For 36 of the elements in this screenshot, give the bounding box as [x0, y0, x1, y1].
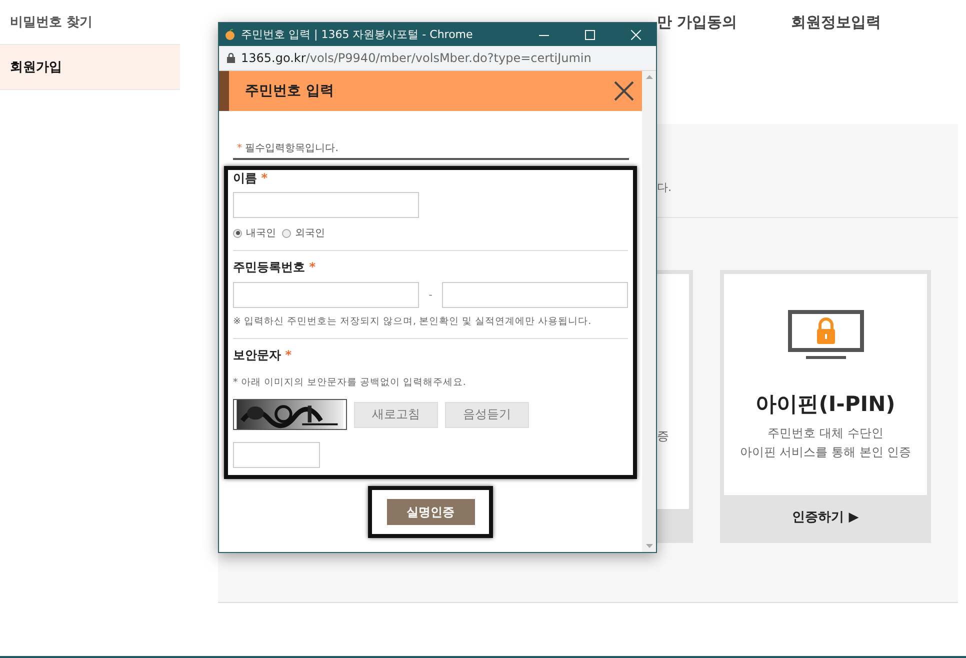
- step-label: 회원정보입력: [791, 13, 882, 32]
- card-description: 아이핀 서비스를 통해 본인 인증: [740, 444, 912, 461]
- radio-label[interactable]: 내국인: [246, 226, 276, 240]
- rrn-input-field[interactable]: [442, 282, 628, 308]
- radio-label[interactable]: 외국인: [295, 226, 325, 240]
- close-icon[interactable]: [614, 81, 634, 101]
- monitor-lock-icon: [788, 310, 864, 360]
- rrn-note: ※ 입력하신 주민번호는 저장되지 않으며, 본인확인 및 실적연계에만 사용됩니다.: [233, 315, 592, 328]
- required-note: * 필수입력항목입니다.: [233, 141, 629, 160]
- scroll-up-icon[interactable]: [646, 75, 652, 79]
- window-title: 주민번호 입력 | 1365 자원봉사포털 - Chrome: [241, 27, 474, 42]
- captcha-note: * 아래 이미지의 보안문자를 공백없이 입력해주세요.: [233, 376, 467, 389]
- separator-text: -: [428, 290, 434, 300]
- favicon-icon: [225, 29, 235, 40]
- scrollbar[interactable]: [642, 71, 656, 552]
- card-title: 아이핀(I-PIN): [756, 391, 896, 418]
- scroll-down-icon[interactable]: [646, 544, 652, 548]
- card-description: 주민번호 대체 수단인: [766, 425, 884, 442]
- field-label: 주민등록번호 *: [233, 259, 316, 276]
- field-label: 이름 *: [233, 170, 268, 187]
- notice-text: 다.: [657, 181, 672, 194]
- rrn-input-field[interactable]: [233, 282, 419, 308]
- captcha-button[interactable]: 새로고침: [354, 402, 438, 428]
- captcha-input-field[interactable]: [233, 442, 320, 468]
- card-description: 증: [657, 428, 669, 445]
- submit-button[interactable]: 실명인증: [386, 499, 474, 525]
- radio-button[interactable]: [282, 228, 291, 238]
- verify-button[interactable]: 인증하기 ▶: [724, 495, 927, 539]
- step-label: 만 가입동의: [657, 13, 738, 32]
- lock-icon: [227, 53, 235, 63]
- field-label: 보안문자 *: [233, 347, 292, 364]
- name-input-field[interactable]: [233, 192, 419, 218]
- sidebar-item[interactable]: 회원가입: [0, 45, 180, 90]
- captcha-button[interactable]: 음성듣기: [445, 402, 529, 428]
- radio-button[interactable]: [233, 228, 242, 238]
- dialog-title: 주민번호 입력: [245, 82, 334, 100]
